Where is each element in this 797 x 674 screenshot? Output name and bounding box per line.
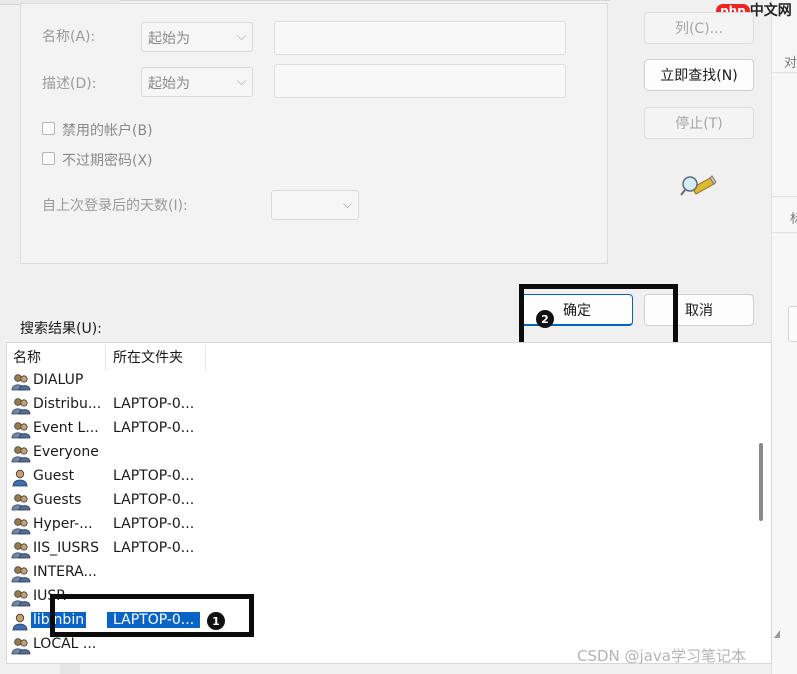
divider (772, 196, 797, 197)
days-since-logon-select[interactable]: ⌵ (271, 190, 359, 220)
watermark: CSDN @java学习笔记本 (577, 647, 746, 665)
name-mode-value: 起始为 (148, 31, 190, 47)
background-text: 标 (790, 212, 797, 227)
row-name: Guest (33, 468, 75, 484)
columns-button[interactable]: 列(C)... (644, 12, 754, 44)
non-expiring-password-label: 不过期密码(X) (62, 153, 153, 169)
search-results-label: 搜索结果(U): (20, 321, 102, 337)
description-label: 描述(D): (42, 76, 97, 92)
group-icon (11, 493, 31, 511)
table-row[interactable]: Everyone (7, 442, 767, 466)
group-icon (11, 445, 31, 463)
row-folder: LAPTOP-0... (113, 420, 195, 436)
background-window: 对 标 (771, 0, 797, 674)
group-icon (11, 565, 31, 583)
table-row[interactable]: Guests LAPTOP-0... (7, 490, 767, 514)
divider (772, 72, 797, 73)
description-input[interactable] (274, 64, 566, 98)
stop-button[interactable]: 停止(T) (644, 107, 754, 139)
name-input[interactable] (274, 21, 566, 55)
group-icon (11, 373, 31, 391)
column-header-name[interactable]: 名称 (7, 345, 105, 371)
resize-grip[interactable] (774, 630, 780, 638)
column-separator[interactable] (205, 345, 206, 371)
column-separator[interactable] (105, 345, 106, 371)
disabled-accounts-checkbox[interactable] (42, 122, 55, 135)
user-icon (11, 613, 31, 631)
tab-divider (120, 0, 610, 1)
background-text: 对 (784, 56, 797, 71)
user-icon (11, 469, 31, 487)
disabled-accounts-label: 禁用的帐户(B) (62, 123, 153, 139)
name-mode-select[interactable]: 起始为 ⌵ (141, 22, 253, 52)
row-name: Guests (33, 492, 82, 508)
search-animation-icon (680, 170, 718, 200)
row-folder: LAPTOP-0... (113, 540, 195, 556)
row-name: IIS_IUSRS (33, 540, 100, 556)
chevron-down-icon: ⌵ (236, 74, 246, 88)
table-row[interactable]: Event L... LAPTOP-0... (7, 418, 767, 442)
table-row[interactable]: IIS_IUSRS LAPTOP-0... (7, 538, 767, 562)
background-fragment (60, 664, 80, 674)
table-row[interactable]: INTERA... (7, 562, 767, 586)
description-mode-select[interactable]: 起始为 ⌵ (141, 67, 253, 97)
row-name: INTERA... (33, 564, 97, 580)
background-button (788, 306, 797, 342)
group-icon (11, 589, 31, 607)
group-icon (11, 637, 31, 655)
row-folder: LAPTOP-0... (113, 492, 195, 508)
name-label: 名称(A): (42, 29, 96, 45)
table-row[interactable]: Guest LAPTOP-0... (7, 466, 767, 490)
row-name: DIALUP (33, 372, 84, 388)
row-name: Everyone (33, 444, 99, 460)
non-expiring-password-checkbox[interactable] (42, 152, 55, 165)
row-name: Hyper-... (33, 516, 93, 532)
row-name: Distribu... (33, 396, 102, 412)
group-icon (11, 421, 31, 439)
chevron-down-icon: ⌵ (342, 197, 352, 211)
table-row[interactable]: Distribu... LAPTOP-0... (7, 394, 767, 418)
find-now-button[interactable]: 立即查找(N) (644, 59, 754, 91)
table-row[interactable]: Hyper-... LAPTOP-0... (7, 514, 767, 538)
group-icon (11, 541, 31, 559)
step-2-badge: 2 (536, 310, 554, 328)
group-icon (11, 397, 31, 415)
row-name: Event L... (33, 420, 99, 436)
row-folder: LAPTOP-0... (113, 468, 195, 484)
group-icon (11, 517, 31, 535)
description-mode-value: 起始为 (148, 76, 190, 92)
chevron-down-icon: ⌵ (236, 29, 246, 43)
days-since-logon-label: 自上次登录后的天数(I): (42, 198, 188, 214)
row-folder: LAPTOP-0... (113, 396, 195, 412)
step-1-badge: 1 (207, 612, 225, 630)
list-scrollbar-thumb[interactable] (759, 443, 763, 521)
row-name: LOCAL ... (33, 636, 97, 652)
row-folder: LAPTOP-0... (113, 516, 195, 532)
divider (772, 232, 797, 233)
column-header-folder[interactable]: 所在文件夹 (107, 345, 205, 371)
table-row[interactable]: DIALUP (7, 370, 767, 394)
